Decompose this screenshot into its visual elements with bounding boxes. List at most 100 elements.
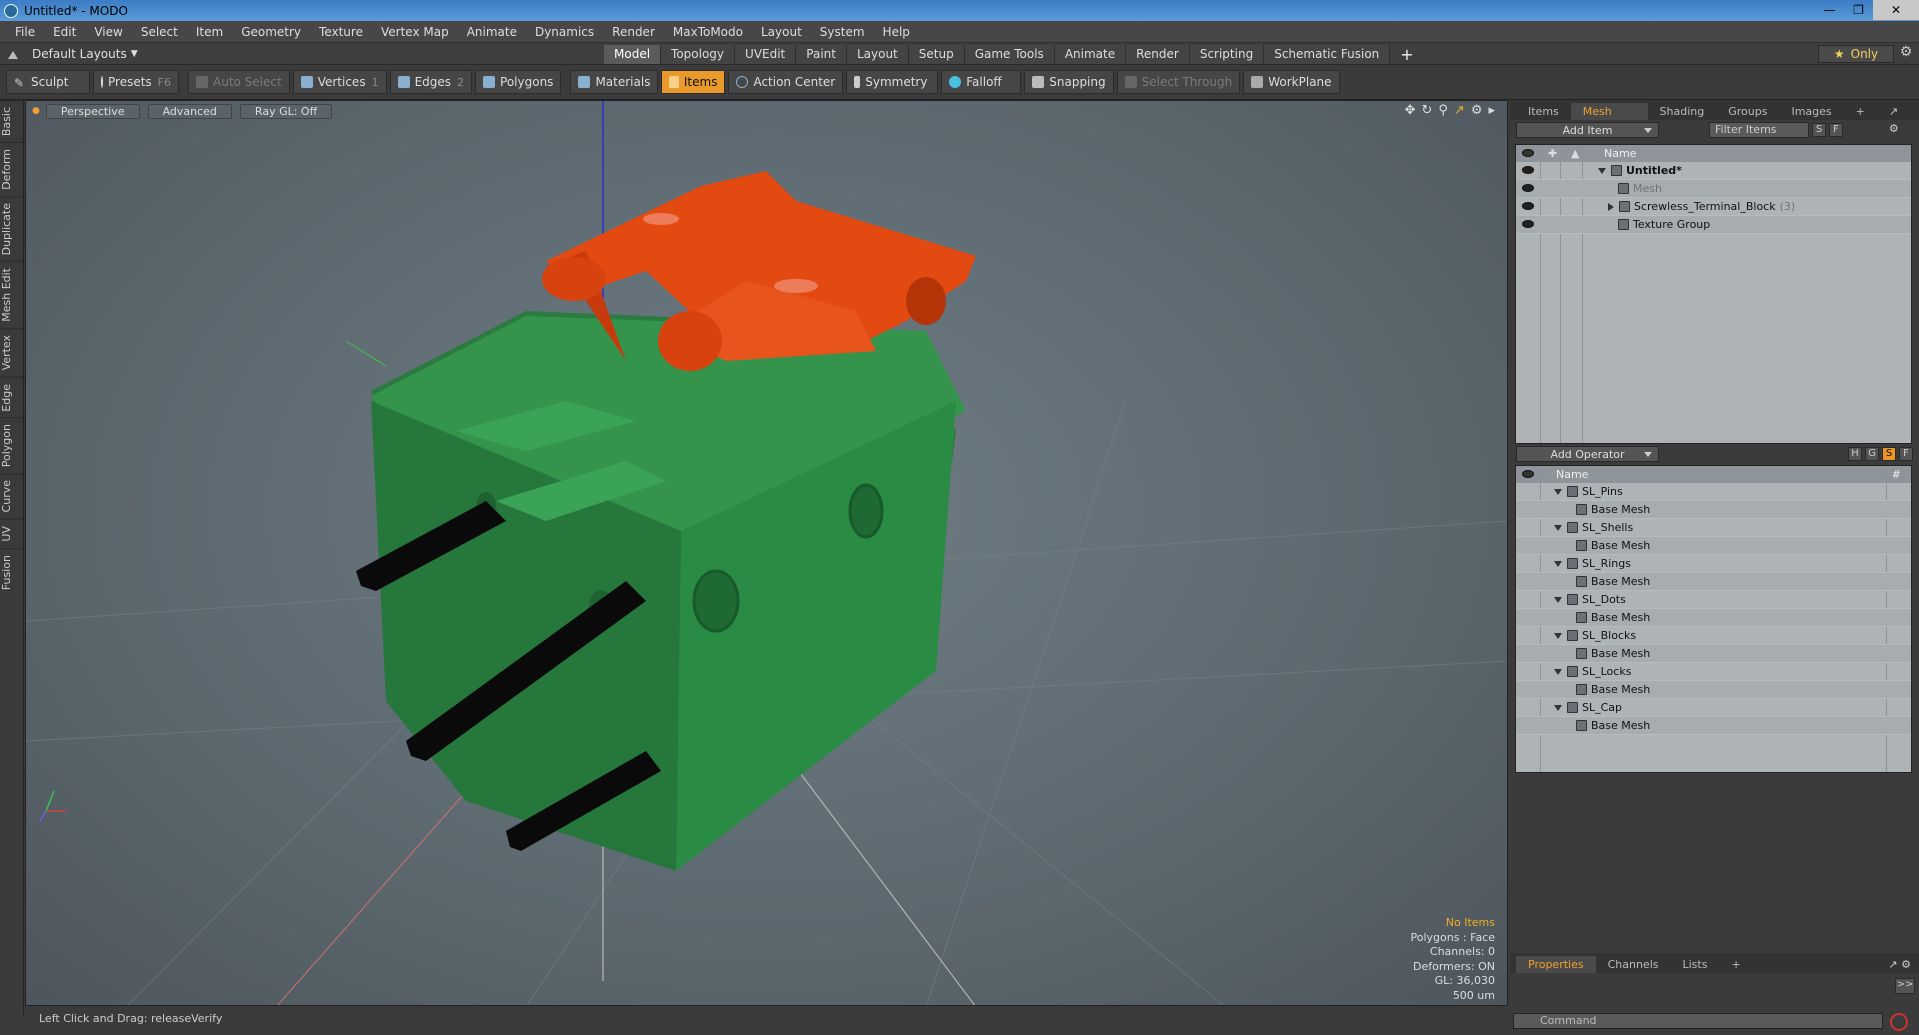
maximize-icon[interactable]: ❐ xyxy=(1844,0,1873,20)
meshop-row[interactable]: Base Mesh xyxy=(1516,717,1911,735)
filter-items-input[interactable]: Filter Items xyxy=(1709,122,1809,138)
tab-items[interactable]: Items xyxy=(1516,103,1571,120)
tab-scripting[interactable]: Scripting xyxy=(1189,44,1265,64)
expand-icon[interactable] xyxy=(1554,488,1562,495)
command-input[interactable]: Command xyxy=(1513,1013,1883,1029)
menu-maxtomodo[interactable]: MaxToModo xyxy=(664,25,752,39)
meshops-h-button[interactable]: H xyxy=(1848,447,1862,461)
menu-system[interactable]: System xyxy=(811,25,874,39)
expand-icon[interactable] xyxy=(1554,560,1562,567)
menu-render[interactable]: Render xyxy=(603,25,664,39)
tab-lists[interactable]: Lists xyxy=(1671,956,1720,973)
panel-expand-icon[interactable]: ↗ ⚙ xyxy=(1877,103,1919,135)
menu-help[interactable]: Help xyxy=(874,25,919,39)
menu-edit[interactable]: Edit xyxy=(44,25,85,39)
viewport-menu-icon[interactable]: ● xyxy=(32,106,40,116)
left-tab-basic[interactable]: Basic xyxy=(0,100,24,143)
move-view-icon[interactable]: ✥ xyxy=(1405,103,1416,118)
tab-images[interactable]: Images xyxy=(1779,103,1843,120)
rotate-view-icon[interactable]: ↻ xyxy=(1421,103,1432,118)
left-tab-polygon[interactable]: Polygon xyxy=(0,417,24,474)
tab-groups[interactable]: Groups xyxy=(1716,103,1779,120)
meshop-row[interactable]: SL_Locks xyxy=(1516,663,1911,681)
items-f-button[interactable]: F xyxy=(1829,123,1843,137)
menu-select[interactable]: Select xyxy=(132,25,187,39)
meshops-s-button[interactable]: S xyxy=(1882,447,1896,461)
menu-view[interactable]: View xyxy=(85,25,131,39)
left-tab-deform[interactable]: Deform xyxy=(0,142,24,197)
left-tab-fusion[interactable]: Fusion xyxy=(0,547,24,596)
tab-model[interactable]: Model xyxy=(604,44,662,64)
minimize-icon[interactable]: — xyxy=(1815,0,1844,20)
tree-row-screwless-terminal-block[interactable]: Screwless_Terminal_Block (3) xyxy=(1516,198,1911,216)
meshop-row[interactable]: SL_Blocks xyxy=(1516,627,1911,645)
add-props-tab-icon[interactable]: + xyxy=(1719,956,1752,973)
select-through-button[interactable]: Select Through xyxy=(1116,70,1241,94)
menu-vertex-map[interactable]: Vertex Map xyxy=(372,25,458,39)
tab-layout[interactable]: Layout xyxy=(846,44,909,64)
tab-setup[interactable]: Setup xyxy=(908,44,965,64)
meshop-row[interactable]: Base Mesh xyxy=(1516,681,1911,699)
meshop-row[interactable]: Base Mesh xyxy=(1516,609,1911,627)
tab-render[interactable]: Render xyxy=(1126,44,1190,64)
expand-icon[interactable] xyxy=(1554,596,1562,603)
3d-viewport[interactable]: ● Perspective Advanced Ray GL: Off ✥ ↻ ⚲… xyxy=(25,100,1508,1006)
menu-item[interactable]: Item xyxy=(187,25,232,39)
snapping-button[interactable]: Snapping xyxy=(1024,70,1114,94)
items-s-button[interactable]: S xyxy=(1812,123,1826,137)
meshop-row[interactable]: Base Mesh xyxy=(1516,537,1911,555)
meshop-row[interactable]: Base Mesh xyxy=(1516,501,1911,519)
view-more-icon[interactable]: ▸ xyxy=(1488,103,1495,118)
materials-button[interactable]: Materials xyxy=(570,70,659,94)
expand-icon[interactable] xyxy=(1554,632,1562,639)
tab-mesh-ops[interactable]: Mesh Ops xyxy=(1570,103,1648,135)
left-tab-vertex[interactable]: Vertex xyxy=(0,328,24,377)
sculpt-button[interactable]: ✎ Sculpt xyxy=(6,70,90,94)
menu-layout[interactable]: Layout xyxy=(752,25,811,39)
tab-properties[interactable]: Properties xyxy=(1516,956,1596,973)
meshops-f-button[interactable]: F xyxy=(1899,447,1913,461)
meshop-row[interactable]: SL_Cap xyxy=(1516,699,1911,717)
advanced-button[interactable]: Advanced xyxy=(147,103,232,119)
tree-row-texture-group[interactable]: Texture Group xyxy=(1516,216,1911,234)
meshop-row[interactable]: SL_Dots xyxy=(1516,591,1911,609)
meshop-row[interactable]: Base Mesh xyxy=(1516,645,1911,663)
tree-row-untitled[interactable]: Untitled* xyxy=(1516,162,1911,180)
left-tab-edge[interactable]: Edge xyxy=(0,376,24,418)
edges-button[interactable]: Edges 2 xyxy=(389,70,473,94)
layout-selector[interactable]: Default Layouts ▼ xyxy=(8,47,138,61)
meshop-row[interactable]: SL_Rings xyxy=(1516,555,1911,573)
left-tab-duplicate[interactable]: Duplicate xyxy=(0,196,24,262)
add-panel-tab-icon[interactable]: + xyxy=(1844,103,1877,120)
tab-topology[interactable]: Topology xyxy=(661,44,736,64)
tab-schematic-fusion[interactable]: Schematic Fusion xyxy=(1264,44,1391,64)
vertices-button[interactable]: Vertices 1 xyxy=(292,70,387,94)
props-more-button[interactable]: >> xyxy=(1895,978,1915,994)
expand-icon[interactable] xyxy=(1554,668,1562,675)
symmetry-button[interactable]: Symmetry xyxy=(846,70,939,94)
only-button[interactable]: ★ Only xyxy=(1818,45,1894,63)
left-tab-uv[interactable]: UV xyxy=(0,518,24,548)
items-button[interactable]: Items xyxy=(661,70,726,94)
action-center-button[interactable]: Action Center xyxy=(728,70,844,94)
meshop-row[interactable]: SL_Shells xyxy=(1516,519,1911,537)
meshop-row[interactable]: Base Mesh xyxy=(1516,573,1911,591)
add-item-dropdown[interactable]: Add Item xyxy=(1516,122,1659,138)
raygl-button[interactable]: Ray GL: Off xyxy=(239,103,333,119)
presets-button[interactable]: Presets F6 xyxy=(93,70,179,94)
view-gear-icon[interactable]: ⚙ xyxy=(1471,103,1483,118)
falloff-button[interactable]: Falloff xyxy=(941,70,1022,94)
left-tab-curve[interactable]: Curve xyxy=(0,473,24,519)
record-icon[interactable] xyxy=(1890,1013,1908,1031)
tab-shading[interactable]: Shading xyxy=(1648,103,1717,120)
left-tab-mesh-edit[interactable]: Mesh Edit xyxy=(0,261,24,329)
add-tab-icon[interactable]: + xyxy=(1390,45,1423,64)
expand-icon[interactable] xyxy=(1554,704,1562,711)
eye-icon[interactable] xyxy=(1522,202,1534,210)
eye-icon[interactable] xyxy=(1522,184,1534,192)
tab-channels[interactable]: Channels xyxy=(1596,956,1671,973)
props-expand-icon[interactable]: ↗ ⚙ xyxy=(1876,956,1919,973)
workplane-button[interactable]: WorkPlane xyxy=(1243,70,1340,94)
maximize-view-icon[interactable]: ↗ xyxy=(1454,103,1465,118)
eye-icon[interactable] xyxy=(1522,220,1534,228)
